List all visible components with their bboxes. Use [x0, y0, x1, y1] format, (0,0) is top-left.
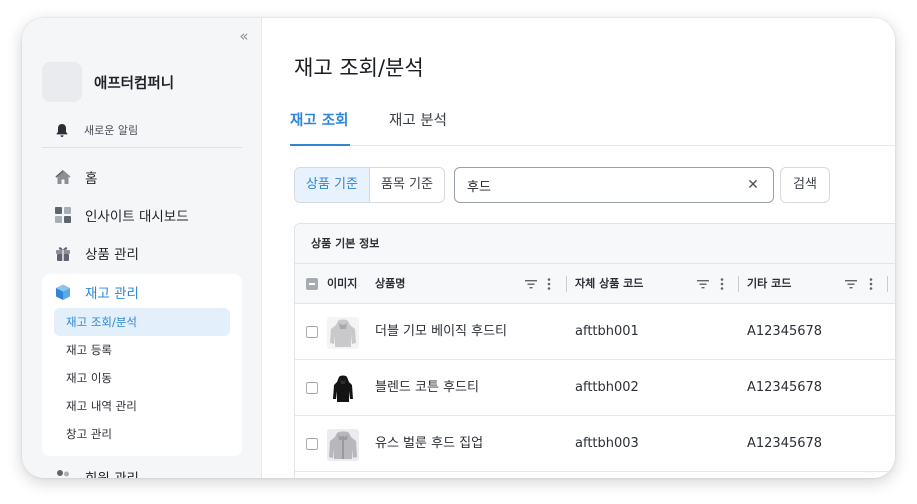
sidebar-item-label: 상품 관리 [85, 247, 139, 263]
column-divider[interactable] [887, 276, 888, 292]
table-row[interactable]: 블렌드 코튼 후드티 afttbh002 A12345678 [295, 360, 895, 416]
other-code-cell: A12345678 [747, 436, 823, 451]
sidebar-item-inventory[interactable]: 재고 관리 [54, 282, 139, 302]
column-divider[interactable] [738, 276, 739, 292]
table-column-header: 이미지 상품명 자체 상품 코드 기타 코드 [295, 264, 895, 304]
table-group-header: 상품 기본 정보 [295, 224, 895, 264]
inventory-table: 상품 기본 정보 이미지 상품명 자체 상품 코드 기타 코드 더블 기모 베이… [294, 223, 895, 478]
row-checkbox[interactable] [306, 326, 318, 338]
search-field: ✕ [454, 167, 774, 203]
product-name-cell: 블렌드 코튼 후드티 [375, 380, 479, 395]
sidebar-item-product[interactable]: 상품 관리 [54, 243, 139, 263]
column-image: 이미지 [327, 277, 358, 290]
more-vertical-icon[interactable] [545, 276, 553, 292]
tab-bar: 재고 조회 재고 분석 [290, 106, 895, 146]
sidebar-item-label: 인사이트 대시보드 [85, 209, 189, 225]
row-checkbox[interactable] [306, 438, 318, 450]
sidebar-subitem-inventory-register[interactable]: 재고 등록 [54, 336, 230, 364]
sidebar-item-member[interactable]: 회원 관리 [54, 467, 139, 478]
clear-search-icon[interactable]: ✕ [745, 176, 761, 194]
column-own-code[interactable]: 자체 상품 코드 [575, 264, 643, 304]
sidebar: « 애프터컴퍼니 새로운 알림 홈 인사이트 대시보드 상품 관리 재고 관리 … [22, 18, 262, 478]
sidebar-subitem-inventory-move[interactable]: 재고 이동 [54, 364, 230, 392]
main-content: 재고 조회/분석 재고 조회 재고 분석 상품 기준 품목 기준 ✕ 검색 상품… [262, 18, 895, 478]
own-code-cell: afttbh001 [575, 324, 639, 339]
product-basis-button[interactable]: 상품 기준 [295, 168, 370, 202]
column-other-code[interactable]: 기타 코드 [747, 264, 791, 304]
notification-link[interactable]: 새로운 알림 [54, 122, 138, 138]
table-row[interactable]: 유스 벌룬 후드 집업 afttbh003 A12345678 [295, 416, 895, 472]
app-window: « 애프터컴퍼니 새로운 알림 홈 인사이트 대시보드 상품 관리 재고 관리 … [22, 18, 895, 478]
select-all-checkbox[interactable] [306, 278, 318, 290]
item-basis-button[interactable]: 품목 기준 [369, 168, 444, 202]
inventory-nav-group: 재고 관리 재고 조회/분석 재고 등록 재고 이동 재고 내역 관리 창고 관… [42, 274, 242, 456]
other-code-cell: A12345678 [747, 324, 823, 339]
sidebar-item-label: 재고 관리 [85, 286, 139, 302]
company-name: 애프터컴퍼니 [94, 75, 175, 92]
filter-icon[interactable] [696, 276, 710, 292]
basis-toggle: 상품 기준 품목 기준 [294, 167, 445, 203]
own-code-cell: afttbh003 [575, 436, 639, 451]
sidebar-subitem-warehouse[interactable]: 창고 관리 [54, 420, 230, 448]
notification-label: 새로운 알림 [84, 124, 139, 137]
users-icon [57, 470, 69, 477]
search-button[interactable]: 검색 [780, 167, 830, 203]
filter-icon[interactable] [524, 276, 538, 292]
hoodie-thumbnail [327, 317, 359, 349]
own-code-cell: afttbh002 [575, 380, 639, 395]
hoodie-thumbnail [327, 429, 359, 461]
sidebar-item-insight[interactable]: 인사이트 대시보드 [54, 205, 189, 225]
more-vertical-icon[interactable] [718, 276, 726, 292]
table-row[interactable]: 더블 기모 베이직 후드티 afttbh001 A12345678 [295, 304, 895, 360]
row-checkbox[interactable] [306, 382, 318, 394]
page-title: 재고 조회/분석 [294, 56, 424, 80]
collapse-sidebar-icon[interactable]: « [234, 26, 254, 46]
hoodie-thumbnail [327, 373, 359, 405]
sidebar-subitem-inventory-search[interactable]: 재고 조회/분석 [54, 308, 230, 336]
sidebar-item-label: 홈 [85, 171, 98, 187]
sidebar-subitem-inventory-history[interactable]: 재고 내역 관리 [54, 392, 230, 420]
bell-icon [56, 124, 68, 137]
home-icon [55, 170, 71, 184]
sidebar-item-label: 회원 관리 [85, 467, 139, 478]
gift-icon [56, 247, 70, 261]
dashboard-icon [55, 207, 71, 223]
company-header: 애프터컴퍼니 [42, 62, 174, 102]
product-name-cell: 유스 벌룬 후드 집업 [375, 436, 484, 451]
filter-icon[interactable] [844, 276, 858, 292]
sidebar-divider [42, 147, 242, 148]
sidebar-item-home[interactable]: 홈 [54, 167, 97, 187]
more-vertical-icon[interactable] [867, 276, 875, 292]
tab-inventory-search[interactable]: 재고 조회 [290, 106, 350, 146]
search-input[interactable] [467, 174, 727, 196]
cube-icon [56, 284, 70, 300]
tab-inventory-analysis[interactable]: 재고 분석 [389, 106, 451, 146]
product-name-cell: 더블 기모 베이직 후드티 [375, 324, 507, 339]
other-code-cell: A12345678 [747, 380, 823, 395]
column-divider[interactable] [566, 276, 567, 292]
company-logo [42, 62, 82, 102]
column-product-name[interactable]: 상품명 [375, 264, 405, 304]
